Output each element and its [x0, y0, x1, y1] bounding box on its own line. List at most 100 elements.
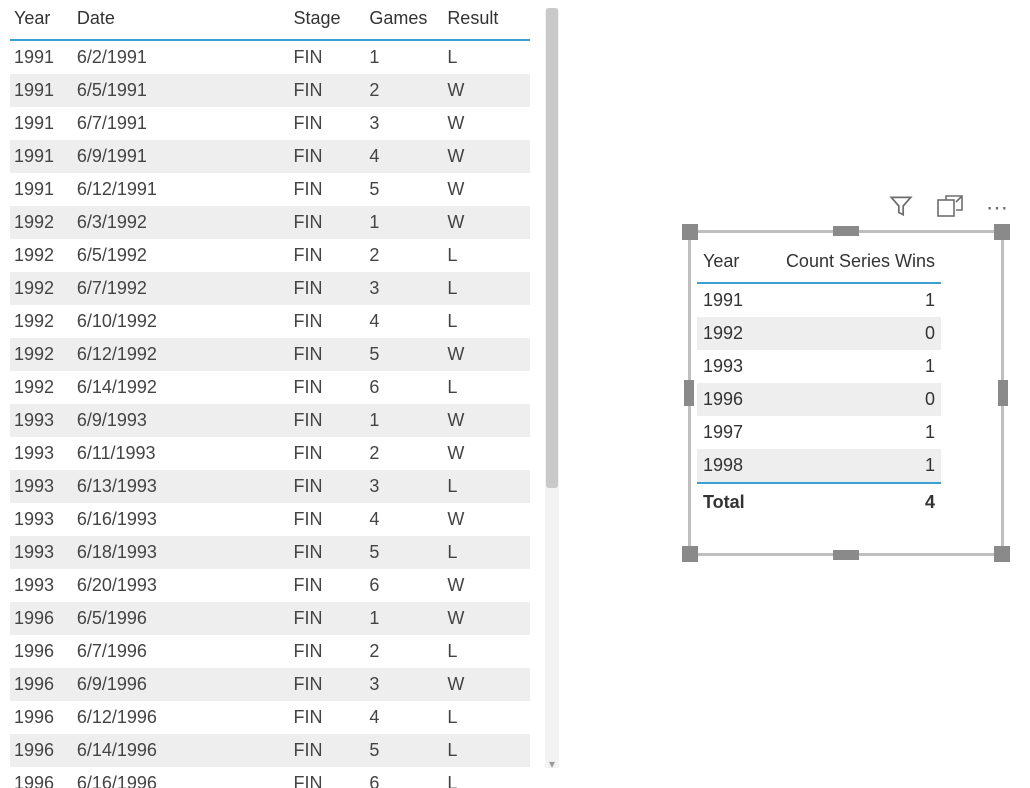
table-row[interactable]: 19971: [697, 416, 941, 449]
table-row[interactable]: 19966/16/1996FIN6L: [10, 767, 530, 788]
resize-handle-t[interactable]: [833, 226, 859, 236]
cell-result: W: [443, 437, 530, 470]
cell-result: W: [443, 206, 530, 239]
table-row[interactable]: 19966/5/1996FIN1W: [10, 602, 530, 635]
cell-stage: FIN: [289, 140, 365, 173]
cell-date: 6/12/1991: [73, 173, 290, 206]
table-row[interactable]: 19926/7/1992FIN3L: [10, 272, 530, 305]
total-value: 4: [758, 483, 941, 519]
resize-handle-r[interactable]: [998, 380, 1008, 406]
resize-handle-b[interactable]: [833, 550, 859, 560]
cell-games: 6: [365, 767, 443, 788]
table-row[interactable]: 19916/12/1991FIN5W: [10, 173, 530, 206]
resize-handle-tl[interactable]: [682, 224, 698, 240]
series-wins-visual[interactable]: Year Count Series Wins 19911199201993119…: [688, 230, 1004, 556]
col-header-result[interactable]: Result: [443, 0, 530, 40]
resize-handle-l[interactable]: [684, 380, 694, 406]
table-row[interactable]: 19916/9/1991FIN4W: [10, 140, 530, 173]
cell-stage: FIN: [289, 503, 365, 536]
cell-result: L: [443, 470, 530, 503]
cell-games: 1: [365, 40, 443, 74]
cell-year: 1991: [697, 283, 758, 317]
resize-handle-bl[interactable]: [682, 546, 698, 562]
cell-count: 1: [758, 350, 941, 383]
table-row[interactable]: 19966/7/1996FIN2L: [10, 635, 530, 668]
table-row[interactable]: 19916/7/1991FIN3W: [10, 107, 530, 140]
cell-year: 1991: [10, 74, 73, 107]
games-table-visual[interactable]: Year Date Stage Games Result 19916/2/199…: [10, 0, 530, 788]
table-row[interactable]: 19926/14/1992FIN6L: [10, 371, 530, 404]
cell-date: 6/12/1992: [73, 338, 290, 371]
col-header-year[interactable]: Year: [697, 245, 758, 283]
scrollbar-track[interactable]: ▴ ▾: [545, 8, 559, 768]
cell-result: L: [443, 272, 530, 305]
col-header-count[interactable]: Count Series Wins: [758, 245, 941, 283]
cell-stage: FIN: [289, 206, 365, 239]
col-header-year[interactable]: Year: [10, 0, 73, 40]
cell-date: 6/9/1993: [73, 404, 290, 437]
resize-handle-br[interactable]: [994, 546, 1010, 562]
cell-result: W: [443, 140, 530, 173]
cell-stage: FIN: [289, 734, 365, 767]
cell-date: 6/18/1993: [73, 536, 290, 569]
table-row[interactable]: 19916/2/1991FIN1L: [10, 40, 530, 74]
cell-result: L: [443, 767, 530, 788]
table-row[interactable]: 19936/9/1993FIN1W: [10, 404, 530, 437]
resize-handle-tr[interactable]: [994, 224, 1010, 240]
table-row[interactable]: 19936/16/1993FIN4W: [10, 503, 530, 536]
table-row[interactable]: 19931: [697, 350, 941, 383]
focus-mode-icon[interactable]: [936, 193, 964, 224]
cell-games: 4: [365, 305, 443, 338]
table-row[interactable]: 19916/5/1991FIN2W: [10, 74, 530, 107]
filter-icon[interactable]: [888, 193, 914, 224]
cell-result: W: [443, 569, 530, 602]
cell-games: 1: [365, 404, 443, 437]
table-row[interactable]: 19960: [697, 383, 941, 416]
cell-count: 1: [758, 283, 941, 317]
cell-year: 1996: [697, 383, 758, 416]
table-row[interactable]: 19936/13/1993FIN3L: [10, 470, 530, 503]
cell-games: 2: [365, 239, 443, 272]
table-row[interactable]: 19936/20/1993FIN6W: [10, 569, 530, 602]
table-row[interactable]: 19911: [697, 283, 941, 317]
col-header-date[interactable]: Date: [73, 0, 290, 40]
cell-result: W: [443, 668, 530, 701]
table-row[interactable]: 19966/12/1996FIN4L: [10, 701, 530, 734]
table-row[interactable]: 19926/10/1992FIN4L: [10, 305, 530, 338]
cell-date: 6/7/1996: [73, 635, 290, 668]
games-table: Year Date Stage Games Result 19916/2/199…: [10, 0, 530, 788]
table-row[interactable]: 19966/9/1996FIN3W: [10, 668, 530, 701]
table-row[interactable]: 19981: [697, 449, 941, 483]
col-header-stage[interactable]: Stage: [289, 0, 365, 40]
table-row[interactable]: 19936/11/1993FIN2W: [10, 437, 530, 470]
cell-games: 1: [365, 206, 443, 239]
cell-stage: FIN: [289, 239, 365, 272]
more-options-icon[interactable]: ⋯: [986, 195, 1010, 221]
cell-year: 1993: [10, 503, 73, 536]
col-header-games[interactable]: Games: [365, 0, 443, 40]
cell-date: 6/2/1991: [73, 40, 290, 74]
table-row[interactable]: 19926/3/1992FIN1W: [10, 206, 530, 239]
cell-count: 0: [758, 317, 941, 350]
cell-games: 4: [365, 503, 443, 536]
cell-result: L: [443, 40, 530, 74]
scrollbar-thumb[interactable]: [546, 8, 558, 488]
cell-stage: FIN: [289, 40, 365, 74]
scroll-down-icon[interactable]: ▾: [545, 758, 559, 770]
cell-stage: FIN: [289, 668, 365, 701]
table-row[interactable]: 19966/14/1996FIN5L: [10, 734, 530, 767]
cell-date: 6/20/1993: [73, 569, 290, 602]
cell-games: 6: [365, 569, 443, 602]
table-row[interactable]: 19926/12/1992FIN5W: [10, 338, 530, 371]
cell-stage: FIN: [289, 635, 365, 668]
cell-year: 1996: [10, 635, 73, 668]
cell-date: 6/14/1992: [73, 371, 290, 404]
cell-date: 6/10/1992: [73, 305, 290, 338]
table-row[interactable]: 19936/18/1993FIN5L: [10, 536, 530, 569]
cell-year: 1992: [10, 371, 73, 404]
table-row[interactable]: 19926/5/1992FIN2L: [10, 239, 530, 272]
table-row[interactable]: 19920: [697, 317, 941, 350]
table-header-row: Year Date Stage Games Result: [10, 0, 530, 40]
cell-stage: FIN: [289, 74, 365, 107]
cell-stage: FIN: [289, 437, 365, 470]
